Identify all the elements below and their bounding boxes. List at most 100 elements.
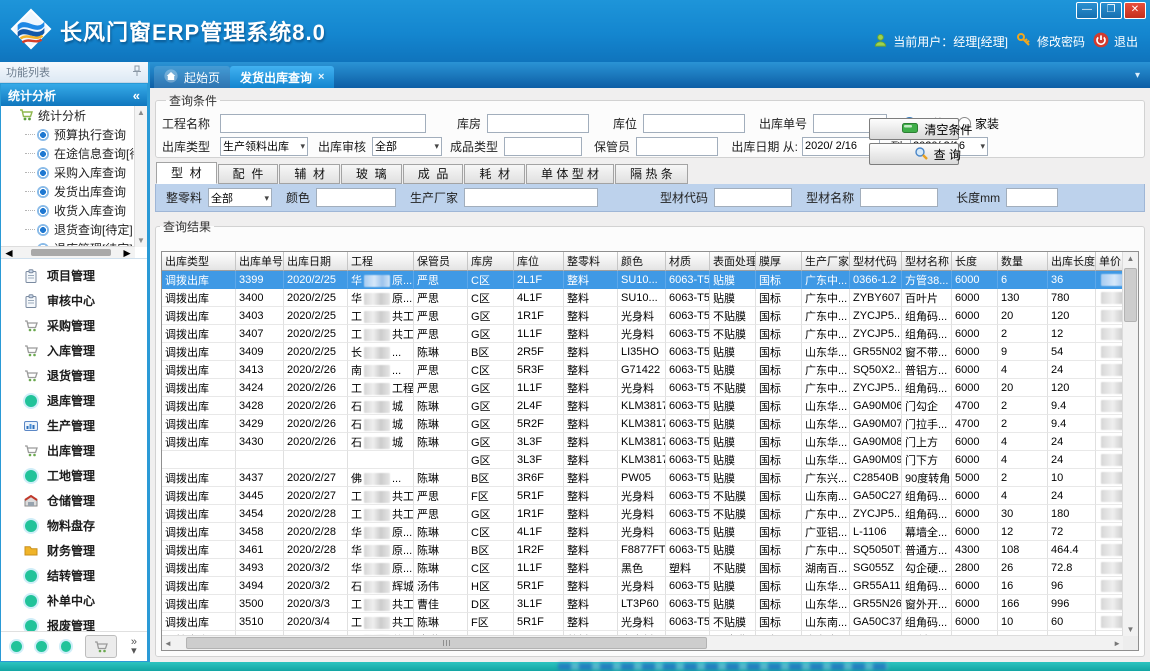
table-row[interactable]: 调拨出库34282020/2/26石城陈琳G区2L4F整料KLM38176063…	[162, 397, 1139, 415]
column-header-出库长度[interactable]: 出库长度	[1048, 252, 1096, 271]
tree-vertical-scrollbar[interactable]: ▲▼	[134, 106, 147, 247]
sidebar-item-退库管理[interactable]: 退库管理	[1, 388, 147, 413]
column-header-数量[interactable]: 数量	[998, 252, 1048, 271]
collapse-icon[interactable]	[133, 88, 140, 103]
sidebar-item-入库管理[interactable]: 入库管理	[1, 338, 147, 363]
column-header-表面处理[interactable]: 表面处理	[710, 252, 756, 271]
chevron-more-icon[interactable]: »▾	[131, 638, 137, 656]
material-tab-3[interactable]: 辅 材	[279, 164, 340, 184]
table-row[interactable]: 调拨出库34932020/3/2华原...陈琳C区1L1F整料黑色塑料不贴膜国标…	[162, 559, 1139, 577]
tab-home[interactable]: 起始页	[154, 66, 230, 88]
table-row[interactable]: 调拨出库34242020/2/26工工程严思G区1L1F整料光身料6063-T5…	[162, 379, 1139, 397]
column-header-生产厂家[interactable]: 生产厂家	[802, 252, 850, 271]
column-header-库房[interactable]: 库房	[468, 252, 514, 271]
column-header-工程[interactable]: 工程	[348, 252, 414, 271]
table-row[interactable]: 调拨出库34582020/2/28华原...陈琳C区4L1F整料光身料6063-…	[162, 523, 1139, 541]
minimize-button[interactable]: —	[1076, 2, 1098, 19]
table-row[interactable]: 调拨出库35002020/3/3工共工程曹佳D区3L1F整料LT3P606063…	[162, 595, 1139, 613]
sidebar-item-生产管理[interactable]: 生产管理	[1, 413, 147, 438]
column-header-保管员[interactable]: 保管员	[414, 252, 468, 271]
dot-icon[interactable]	[61, 641, 72, 652]
table-row[interactable]: 调拨出库34072020/2/25工共工程严思G区1L1F整料光身料6063-T…	[162, 325, 1139, 343]
project-name-input[interactable]	[220, 114, 426, 133]
sidebar-item-报废管理[interactable]: 报废管理	[1, 613, 147, 631]
tab-list-caret-icon[interactable]	[1135, 70, 1140, 81]
tree-item-1[interactable]: 预算执行查询	[1, 125, 147, 144]
sidebar-item-补单中心[interactable]: 补单中心	[1, 588, 147, 613]
sidebar-item-审核中心[interactable]: 审核中心	[1, 288, 147, 313]
grid-vertical-scrollbar[interactable]: ▲▼	[1122, 252, 1138, 636]
column-header-整零料[interactable]: 整零料	[564, 252, 618, 271]
tree-item-2[interactable]: 在途信息查询[待	[1, 144, 147, 163]
column-header-出库日期[interactable]: 出库日期	[284, 252, 348, 271]
column-header-颜色[interactable]: 颜色	[618, 252, 666, 271]
table-row[interactable]: 调拨出库34132020/2/26南...严思C区5R3F整料G71422606…	[162, 361, 1139, 379]
sidebar-item-工地管理[interactable]: 工地管理	[1, 463, 147, 488]
column-header-出库单号[interactable]: 出库单号	[236, 252, 284, 271]
table-row[interactable]: 调拨出库34292020/2/26石城陈琳G区5R2F整料KLM38176063…	[162, 415, 1139, 433]
sidebar-item-退货管理[interactable]: 退货管理	[1, 363, 147, 388]
outbound-audit-select[interactable]: 全部	[372, 137, 442, 156]
table-row[interactable]: 调拨出库34942020/3/2石辉城汤伟H区5R1F整料光身料6063-T5贴…	[162, 577, 1139, 595]
tree-item-3[interactable]: 采购入库查询	[1, 163, 147, 182]
sidebar-item-采购管理[interactable]: 采购管理	[1, 313, 147, 338]
sidebar-item-项目管理[interactable]: 项目管理	[1, 263, 147, 288]
column-header-膜厚[interactable]: 膜厚	[756, 252, 802, 271]
tree-item-6[interactable]: 退货查询[待定]	[1, 220, 147, 239]
table-row[interactable]: 调拨出库34302020/2/26石城陈琳G区3L3F整料KLM38176063…	[162, 433, 1139, 451]
color-input[interactable]	[316, 188, 396, 207]
column-header-型材代码[interactable]: 型材代码	[850, 252, 902, 271]
sidebar-item-仓储管理[interactable]: 仓储管理	[1, 488, 147, 513]
product-type-input[interactable]	[504, 137, 582, 156]
sidebar-item-出库管理[interactable]: 出库管理	[1, 438, 147, 463]
tab-shipping-outbound-query[interactable]: 发货出库查询 ×	[230, 66, 334, 88]
material-tab-2[interactable]: 配 件	[218, 164, 279, 184]
warehouse-input[interactable]	[487, 114, 589, 133]
sidebar-item-结转管理[interactable]: 结转管理	[1, 563, 147, 588]
column-header-长度[interactable]: 长度	[952, 252, 998, 271]
change-password-button[interactable]: 修改密码	[1016, 32, 1085, 51]
tree-root[interactable]: 统计分析	[1, 106, 147, 125]
length-input[interactable]	[1006, 188, 1058, 207]
maximize-button[interactable]: ❐	[1100, 2, 1122, 19]
profile-name-input[interactable]	[860, 188, 938, 207]
material-tab-4[interactable]: 玻 璃	[341, 164, 402, 184]
material-tab-5[interactable]: 成 品	[403, 164, 464, 184]
table-row[interactable]: 调拨出库34452020/2/27工共工程严思F区5R1F整料光身料6063-T…	[162, 487, 1139, 505]
keeper-input[interactable]	[636, 137, 718, 156]
dot-icon[interactable]	[11, 641, 22, 652]
column-header-型材名称[interactable]: 型材名称	[902, 252, 952, 271]
table-row[interactable]: 调拨出库34092020/2/25长...陈琳B区2R5F整料LI35HO606…	[162, 343, 1139, 361]
table-row[interactable]: 调拨出库34542020/2/28工共工程严思G区1R1F整料光身料6063-T…	[162, 505, 1139, 523]
sidebar-item-财务管理[interactable]: 财务管理	[1, 538, 147, 563]
manufacturer-input[interactable]	[464, 188, 598, 207]
whole-piece-select[interactable]: 全部	[208, 188, 272, 207]
tree-item-5[interactable]: 收货入库查询	[1, 201, 147, 220]
table-row[interactable]: 调拨出库34612020/2/28华原...陈琳B区1R2F整料F8877FT6…	[162, 541, 1139, 559]
material-tab-7[interactable]: 单 体 型 材	[526, 164, 614, 184]
material-tab-6[interactable]: 耗 材	[464, 164, 525, 184]
sidebar-item-物料盘存[interactable]: 物料盘存	[1, 513, 147, 538]
profile-code-input[interactable]	[714, 188, 792, 207]
table-row[interactable]: G区3L3F整料KLM38176063-T5贴膜国标山东华...GA90M09.…	[162, 451, 1139, 469]
cart-tool-button[interactable]	[85, 635, 116, 658]
material-tab-1[interactable]: 型 材	[156, 162, 217, 184]
location-input[interactable]	[643, 114, 745, 133]
table-row[interactable]: 调拨出库34002020/2/25华原...严思C区4L1F整料SU10...6…	[162, 289, 1139, 307]
logout-button[interactable]: 退出	[1093, 32, 1138, 51]
pin-icon[interactable]	[132, 65, 142, 80]
outbound-type-select[interactable]: 生产领料出库	[220, 137, 308, 156]
column-header-出库类型[interactable]: 出库类型	[162, 252, 236, 271]
column-header-库位[interactable]: 库位	[514, 252, 564, 271]
table-row[interactable]: 调拨出库35102020/3/4工共工程陈琳F区5R1F整料光身料6063-T5…	[162, 613, 1139, 631]
close-tab-icon[interactable]: ×	[318, 71, 324, 83]
column-header-材质[interactable]: 材质	[666, 252, 710, 271]
material-tab-8[interactable]: 隔 热 条	[615, 164, 688, 184]
table-row[interactable]: 调拨出库34372020/2/27佛...陈琳B区3R6F整料PW056063-…	[162, 469, 1139, 487]
table-row[interactable]: 调拨出库34032020/2/25工共工程严思G区1R1F整料光身料6063-T…	[162, 307, 1139, 325]
dot-icon[interactable]	[36, 641, 47, 652]
tree-item-4[interactable]: 发货出库查询	[1, 182, 147, 201]
close-button[interactable]: ✕	[1124, 2, 1146, 19]
tree-horizontal-scrollbar[interactable]: ◄►	[1, 246, 135, 258]
grid-horizontal-scrollbar[interactable]: ◄►	[162, 635, 1123, 650]
